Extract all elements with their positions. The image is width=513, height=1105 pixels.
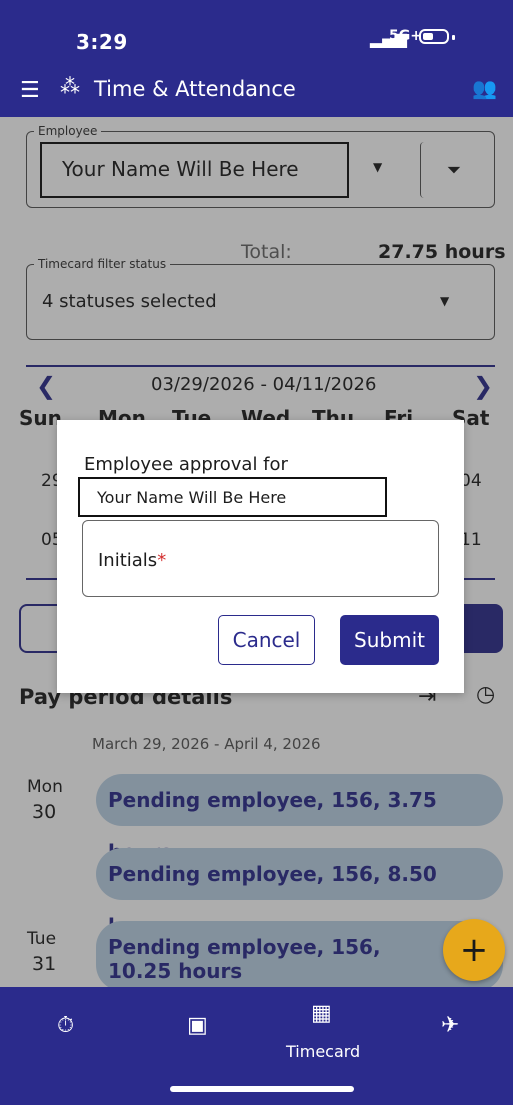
home-indicator (170, 1086, 354, 1092)
plus-icon: + (459, 930, 489, 970)
required-mark: * (157, 550, 167, 571)
dialog-title: Employee approval for (84, 454, 288, 475)
cancel-button[interactable]: Cancel (218, 615, 315, 665)
airplane-icon[interactable]: ✈ (441, 1013, 459, 1038)
hamburger-menu-icon[interactable]: ☰ (20, 78, 40, 103)
app-title: Time & Attendance (94, 77, 296, 101)
stopwatch-icon[interactable]: ⏱ (57, 1013, 74, 1038)
calendar-icon[interactable]: ▣ (187, 1013, 208, 1038)
status-time: 3:29 (76, 30, 128, 54)
initials-label: Initials* (98, 550, 166, 571)
submit-button[interactable]: Submit (340, 615, 439, 665)
network-label: 5G+ (389, 28, 422, 44)
people-icon[interactable]: 👥 (472, 76, 497, 100)
timecard-icon[interactable]: ▦ (311, 1001, 332, 1026)
battery-icon (419, 29, 455, 44)
app-logo-icon: ⁂ (60, 74, 80, 98)
dialog-employee-name: Your Name Will Be Here (97, 488, 287, 507)
add-button[interactable]: + (443, 919, 505, 981)
app-header: 3:29 ▂▄▆ 5G+ ☰ ⁂ Time & Attendance 👥 (0, 0, 513, 117)
initials-label-text: Initials (98, 550, 158, 571)
nav-timecard-label[interactable]: Timecard (286, 1042, 360, 1061)
